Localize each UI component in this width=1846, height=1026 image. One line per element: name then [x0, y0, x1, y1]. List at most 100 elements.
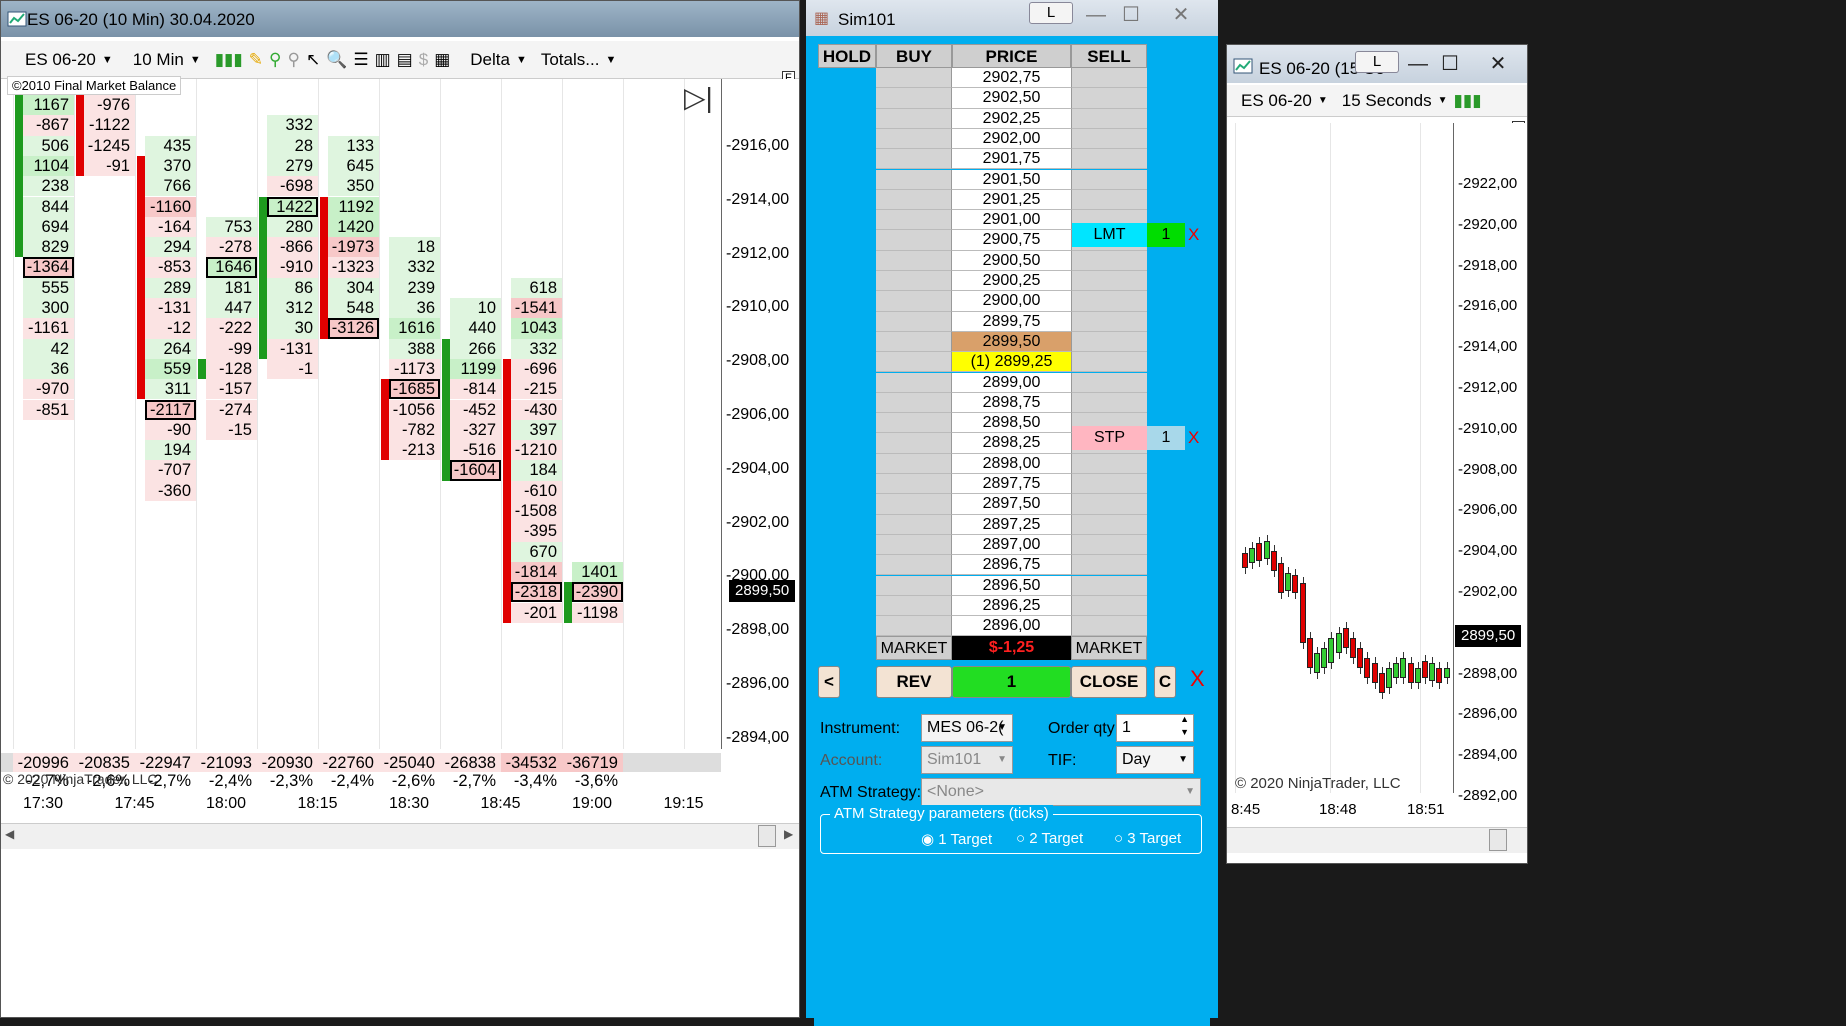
maximize-icon[interactable]: ☐ — [1116, 4, 1146, 28]
price-cell[interactable]: 2898,50 — [952, 413, 1071, 434]
price-cell[interactable]: 2896,50 — [952, 575, 1071, 596]
buy-cell[interactable] — [876, 555, 952, 576]
scrollbar-thumb[interactable] — [1489, 829, 1507, 851]
footprint-chart-area[interactable]: 1167 -867 506 1104 238 844 694 829 -1364 555 300 -1… — [1, 79, 721, 749]
sell-cell[interactable] — [1071, 331, 1147, 353]
template-icon[interactable]: ▦ — [434, 50, 450, 70]
buy-cell[interactable] — [876, 311, 952, 332]
buy-cell[interactable] — [876, 230, 952, 251]
buy-cell[interactable] — [876, 453, 952, 474]
horizontal-scrollbar[interactable] — [1227, 827, 1527, 853]
instrument-field[interactable]: MES 06-2(▼ — [921, 714, 1013, 742]
sell-cell[interactable] — [1071, 534, 1147, 556]
sell-cell[interactable] — [1071, 575, 1147, 596]
buy-cell[interactable] — [876, 189, 952, 211]
buy-cell[interactable] — [876, 575, 952, 596]
delta-selector[interactable]: Delta — [470, 50, 510, 70]
price-cell[interactable]: 2902,50 — [952, 88, 1071, 109]
pin-icon[interactable]: ⚲ — [269, 50, 281, 70]
zoom-icon[interactable]: 🔍 — [326, 50, 347, 70]
buy-cell[interactable] — [876, 68, 952, 89]
price-chart-area[interactable] — [1227, 123, 1453, 793]
sell-cell[interactable] — [1071, 189, 1147, 211]
close-position-button[interactable]: CLOSE — [1071, 666, 1147, 698]
price-cell[interactable]: 2900,75 — [952, 230, 1071, 251]
close-icon[interactable]: ✕ — [1483, 53, 1513, 77]
buy-cell[interactable] — [876, 352, 952, 373]
properties-icon[interactable]: ☰ — [353, 50, 368, 70]
price-cell[interactable]: 2899,50 — [952, 331, 1071, 353]
price-cell[interactable]: 2902,75 — [952, 68, 1071, 89]
price-cell[interactable]: 2896,75 — [952, 555, 1071, 576]
totals-selector[interactable]: Totals... — [541, 50, 600, 70]
sell-cell[interactable] — [1071, 250, 1147, 271]
chevron-right-icon[interactable]: ▶ — [784, 827, 793, 841]
scroll-to-end-icon[interactable]: ▷| — [684, 81, 713, 114]
price-cell[interactable]: 2901,75 — [952, 149, 1071, 170]
price-cell[interactable]: 2898,25 — [952, 433, 1071, 454]
chevron-down-icon[interactable]: ▼ — [1438, 95, 1448, 106]
buy-cell[interactable] — [876, 210, 952, 231]
buy-cell[interactable] — [876, 291, 952, 312]
sell-cell[interactable] — [1071, 149, 1147, 170]
market-sell-button[interactable]: MARKET — [1071, 636, 1147, 660]
price-cell[interactable]: 2901,25 — [952, 189, 1071, 211]
scrollbar-thumb[interactable] — [758, 825, 776, 847]
buy-cell[interactable] — [876, 169, 952, 190]
link-button[interactable]: L — [1029, 2, 1073, 24]
buy-cell[interactable] — [876, 616, 952, 637]
sell-cell[interactable] — [1071, 271, 1147, 292]
sell-cell[interactable] — [1071, 169, 1147, 190]
sell-cell[interactable] — [1071, 453, 1147, 474]
sell-cell[interactable] — [1071, 108, 1147, 129]
buy-cell[interactable] — [876, 149, 952, 170]
target3-radio[interactable]: ○ 3 Target — [1114, 830, 1181, 847]
market-buy-button[interactable]: MARKET — [876, 636, 952, 660]
price-cell[interactable]: 2898,00 — [952, 453, 1071, 474]
buy-cell[interactable] — [876, 88, 952, 109]
pointer-icon[interactable]: ↖ — [306, 50, 320, 70]
horizontal-scrollbar[interactable] — [1, 823, 799, 849]
price-cell[interactable]: 2901,50 — [952, 169, 1071, 190]
buy-cell[interactable] — [876, 271, 952, 292]
price-axis[interactable]: -2916,00 -2914,00 -2912,00 -2910,00 -2908,00… — [721, 79, 799, 749]
price-cell[interactable]: 2902,25 — [952, 108, 1071, 129]
price-cell[interactable]: 2897,50 — [952, 494, 1071, 515]
instrument-selector[interactable]: ES 06-20 — [25, 50, 96, 70]
instrument-selector[interactable]: ES 06-20 — [1241, 91, 1312, 111]
maximize-icon[interactable]: ☐ — [1435, 53, 1465, 77]
buy-cell[interactable] — [876, 494, 952, 515]
sell-cell[interactable] — [1071, 474, 1147, 495]
sell-cell[interactable] — [1071, 595, 1147, 617]
atm-field[interactable]: <None> ▼ — [921, 778, 1201, 806]
interval-selector[interactable]: 15 Seconds — [1342, 91, 1432, 111]
price-cell[interactable]: 2901,00 — [952, 210, 1071, 231]
tif-field[interactable]: Day ▼ — [1116, 746, 1194, 774]
price-cell[interactable]: 2899,00 — [952, 372, 1071, 393]
lmt-order[interactable]: LMT — [1072, 223, 1147, 247]
price-cell[interactable]: 2897,00 — [952, 534, 1071, 556]
interval-selector[interactable]: 10 Min — [133, 50, 184, 70]
indicator-icon[interactable]: ▤ — [397, 50, 413, 70]
sell-cell[interactable] — [1071, 372, 1147, 393]
price-cell[interactable]: 2902,00 — [952, 128, 1071, 150]
sell-cell[interactable] — [1071, 514, 1147, 535]
sell-cell[interactable] — [1071, 494, 1147, 515]
price-cell[interactable]: 2899,75 — [952, 311, 1071, 332]
buy-cell[interactable] — [876, 433, 952, 454]
sell-cell[interactable] — [1071, 68, 1147, 89]
chevron-down-icon[interactable]: ▼ — [1318, 95, 1328, 106]
reverse-button[interactable]: REV — [876, 666, 952, 698]
target2-radio[interactable]: ○ 2 Target — [1016, 830, 1083, 847]
price-cell[interactable]: 2897,75 — [952, 474, 1071, 495]
sell-cell[interactable] — [1071, 392, 1147, 414]
price-cell[interactable]: 2898,75 — [952, 392, 1071, 414]
buy-cell[interactable] — [876, 331, 952, 353]
cancel-lmt-icon[interactable]: X — [1188, 223, 1199, 247]
sell-cell[interactable] — [1071, 311, 1147, 332]
stp-order[interactable]: STP — [1072, 426, 1147, 450]
price-cell[interactable]: 2900,00 — [952, 291, 1071, 312]
chevron-down-icon[interactable]: ▼ — [516, 54, 527, 66]
buy-cell[interactable] — [876, 250, 952, 271]
target1-radio[interactable]: ◉ 1 Target — [921, 830, 992, 848]
